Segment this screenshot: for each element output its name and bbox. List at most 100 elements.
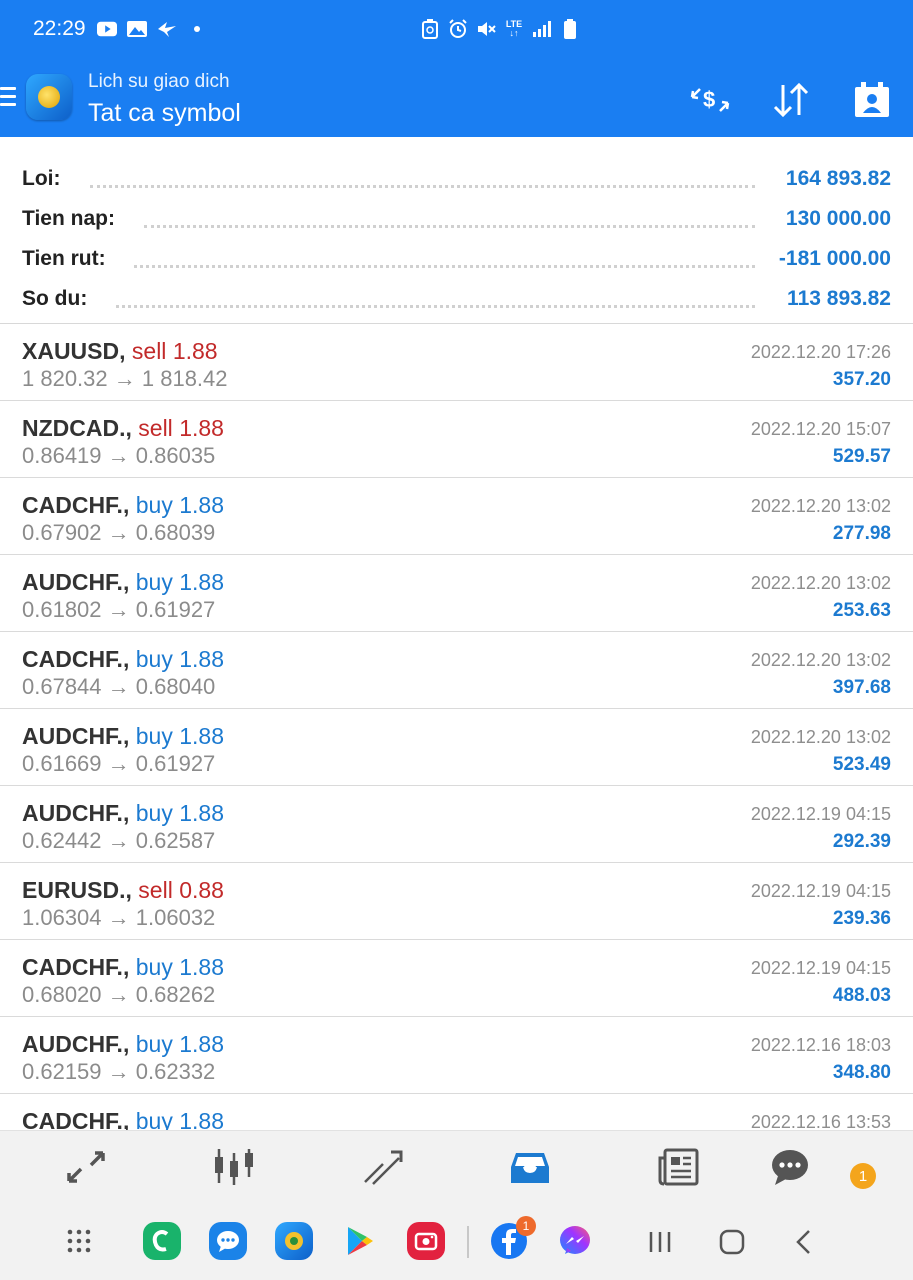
calendar-icon[interactable]: [850, 78, 894, 122]
dotted-leader: [116, 305, 755, 308]
deal-row[interactable]: EURUSD., sell 0.88 1.06304 → 1.06032 2022.…: [0, 863, 913, 940]
metatrader-logo: [26, 74, 72, 120]
arrow-right-icon: →: [101, 520, 136, 545]
deal-volume: 1.88: [172, 338, 218, 364]
deal-title: XAUUSD, sell 1.88: [22, 338, 218, 365]
summary-value: -181 000.00: [778, 247, 891, 270]
symbol-filter[interactable]: Tat ca symbol: [88, 99, 241, 128]
deal-volume: 1.88: [179, 954, 224, 980]
deal-symbol: EURUSD.,: [22, 877, 132, 903]
deal-title: EURUSD., sell 0.88: [22, 877, 224, 904]
chat-icon[interactable]: [768, 1147, 812, 1187]
deal-time: 2022.12.19 04:15: [750, 804, 891, 824]
deal-row[interactable]: AUDCHF., buy 1.88 0.62159 → 0.62332 2022.1…: [0, 1017, 913, 1094]
deal-time: 2022.12.16 13:53: [750, 1112, 891, 1130]
deal-volume: 1.88: [179, 646, 224, 672]
svg-text:$: $: [703, 87, 715, 112]
deal-symbol: AUDCHF.,: [22, 1031, 130, 1057]
deal-title: AUDCHF., buy 1.88: [22, 1031, 224, 1058]
home-icon[interactable]: [714, 1224, 750, 1260]
deal-open-price: 0.62159: [22, 1059, 102, 1084]
trade-icon[interactable]: [360, 1147, 404, 1187]
bottom-nav: 1: [0, 1130, 913, 1202]
facebook-badge: 1: [516, 1216, 536, 1236]
app-subtitle: Lich su giao dich: [88, 71, 230, 92]
quotes-icon[interactable]: [64, 1147, 108, 1187]
summary-value: 164 893.82: [785, 167, 891, 190]
battery-icon: [560, 19, 580, 39]
deal-type: buy: [135, 646, 173, 672]
deal-time: 2022.12.20 13:02: [750, 727, 891, 747]
deal-close-price: 0.68039: [135, 520, 216, 545]
system-bar: 1: [0, 1202, 913, 1280]
deal-open-price: 0.86419: [22, 443, 102, 468]
deal-volume: 1.88: [179, 492, 224, 518]
deal-profit: 239.36: [832, 908, 891, 929]
deal-title: NZDCAD., sell 1.88: [22, 415, 224, 442]
deal-open-price: 0.62442: [22, 828, 102, 853]
summary-panel: Loi: 164 893.82 Tien nap: 130 000.00 Tie…: [0, 137, 913, 324]
arrow-right-icon: →: [101, 1059, 136, 1084]
summary-value: 130 000.00: [785, 207, 891, 230]
deal-row[interactable]: AUDCHF., buy 1.88 0.61669 → 0.61927 2022.1…: [0, 709, 913, 786]
data-arrows: ↓↑: [509, 28, 519, 38]
app-drawer-icon[interactable]: [60, 1222, 98, 1260]
deal-time: 2022.12.20 13:02: [750, 573, 891, 593]
deal-profit: 357.20: [832, 369, 891, 390]
arrow-right-icon: →: [101, 674, 136, 699]
recents-icon[interactable]: [642, 1224, 678, 1260]
dock-separator: [467, 1226, 469, 1258]
deal-row[interactable]: CADCHF., buy 1.88 0.67902 → 0.68039 2022.1…: [0, 478, 913, 555]
deal-row[interactable]: CADCHF., buy 1.88 0.67844 → 0.68040 2022.1…: [0, 632, 913, 709]
deal-volume: 0.88: [179, 877, 224, 903]
arrow-right-icon: →: [101, 443, 136, 468]
history-icon[interactable]: [508, 1147, 552, 1187]
deal-type: sell: [138, 415, 173, 441]
deal-symbol: AUDCHF.,: [22, 723, 130, 749]
screen-recorder-icon[interactable]: [407, 1222, 445, 1260]
chart-icon[interactable]: [212, 1147, 256, 1187]
messenger-app-icon[interactable]: [556, 1222, 594, 1260]
deal-row[interactable]: CADCHF., buy 1.88 2022.12.16 13:53: [0, 1094, 913, 1130]
deal-profit: 529.57: [832, 446, 891, 467]
deal-profit: 253.63: [832, 600, 891, 621]
deal-symbol: AUDCHF.,: [22, 800, 130, 826]
deal-close-price: 0.68040: [135, 674, 216, 699]
deal-time: 2022.12.20 15:07: [750, 419, 891, 439]
deal-row[interactable]: XAUUSD, sell 1.88 1 820.32 → 1 818.42 2022…: [0, 324, 913, 401]
deal-row[interactable]: AUDCHF., buy 1.88 0.62442 → 0.62587 2022.1…: [0, 786, 913, 863]
back-icon[interactable]: [786, 1224, 822, 1260]
play-store-icon[interactable]: [341, 1222, 379, 1260]
currency-exchange-icon[interactable]: $: [688, 78, 732, 122]
messages-app-icon[interactable]: [209, 1222, 247, 1260]
deal-profit: 292.39: [832, 831, 891, 852]
phone-app-icon[interactable]: [143, 1222, 181, 1260]
deal-list[interactable]: XAUUSD, sell 1.88 1 820.32 → 1 818.42 2022…: [0, 324, 913, 1130]
deal-row[interactable]: CADCHF., buy 1.88 0.68020 → 0.68262 2022.1…: [0, 940, 913, 1017]
menu-icon[interactable]: [0, 87, 16, 109]
deal-prices: 0.61669 → 0.61927: [22, 751, 215, 777]
deal-row[interactable]: NZDCAD., sell 1.88 0.86419 → 0.86035 2022.…: [0, 401, 913, 478]
status-time: 22:29: [33, 17, 86, 40]
arrow-right-icon: →: [101, 751, 136, 776]
deal-type: sell: [138, 877, 173, 903]
sort-icon[interactable]: [769, 78, 813, 122]
arrow-right-icon: →: [101, 828, 136, 853]
summary-value: 113 893.82: [787, 287, 891, 310]
deal-prices: 0.62442 → 0.62587: [22, 828, 215, 854]
deal-time: 2022.12.19 04:15: [750, 881, 891, 901]
deal-type: sell: [131, 338, 167, 364]
metatrader-app-icon[interactable]: [275, 1222, 313, 1260]
deal-row[interactable]: AUDCHF., buy 1.88 0.61802 → 0.61927 2022.1…: [0, 555, 913, 632]
deal-close-price: 0.61927: [135, 751, 216, 776]
deal-title: AUDCHF., buy 1.88: [22, 723, 224, 750]
deal-prices: 0.67844 → 0.68040: [22, 674, 215, 700]
deal-open-price: 1.06304: [22, 905, 102, 930]
deal-close-price: 0.68262: [135, 982, 216, 1007]
arrow-right-icon: →: [107, 366, 142, 391]
deal-time: 2022.12.16 18:03: [750, 1035, 891, 1055]
summary-row-profit: Loi: 164 893.82: [22, 149, 891, 191]
mute-icon: [476, 19, 496, 39]
news-icon[interactable]: [656, 1147, 700, 1187]
deal-prices: 0.61802 → 0.61927: [22, 597, 215, 623]
